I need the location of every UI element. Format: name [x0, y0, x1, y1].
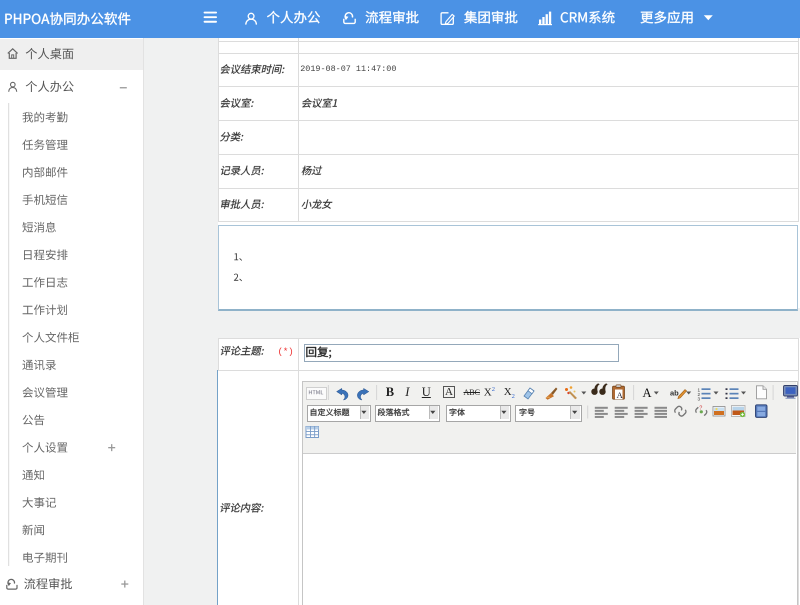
svg-text:ab: ab	[670, 389, 679, 398]
svg-text:A: A	[643, 386, 652, 400]
svg-text:?: ?	[699, 406, 702, 412]
svg-text:A: A	[617, 390, 624, 400]
svg-text:3: 3	[698, 397, 701, 402]
